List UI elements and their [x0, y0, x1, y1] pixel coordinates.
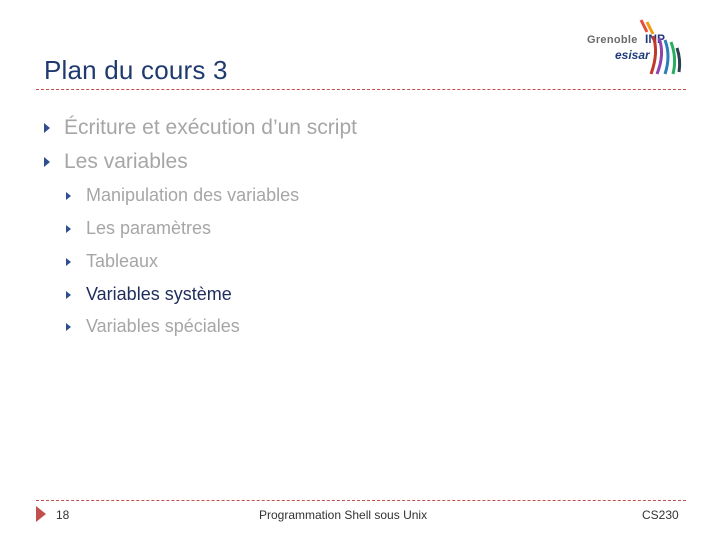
outline-item-label: Écriture et exécution d’un script [64, 116, 357, 139]
outline-subitem-label: Variables système [86, 284, 232, 304]
outline-subitem-label: Variables spéciales [86, 316, 240, 336]
outline-subitem: Tableaux [66, 251, 158, 272]
bullet-triangle-icon [44, 157, 50, 167]
outline-subitem: Manipulation des variables [66, 185, 299, 206]
logo-stripes-icon [639, 19, 682, 75]
outline-subitem-label: Tableaux [86, 251, 159, 271]
bullet-triangle-icon [44, 123, 50, 133]
outline-subitem: Variables spéciales [66, 316, 240, 337]
outline-subitem: Les paramètres [66, 218, 211, 239]
outline-item: Écriture et exécution d’un script [44, 116, 357, 140]
bullet-triangle-icon [66, 290, 71, 299]
slide-title: Plan du cours 3 [44, 55, 228, 85]
footer-divider [36, 500, 686, 501]
slide: Grenoble INP esisar Plan du cours 3 Écri… [0, 0, 720, 540]
bullet-triangle-icon [66, 191, 71, 200]
bullet-triangle-icon [66, 257, 71, 266]
grenoble-inp-esisar-logo: Grenoble INP esisar [585, 18, 685, 78]
footer-triangle-icon [36, 506, 46, 522]
bullet-triangle-icon [66, 322, 71, 331]
outline-subitem-current: Variables système [66, 284, 232, 305]
outline-subitem-label: Manipulation des variables [86, 185, 300, 205]
logo-word-grenoble: Grenoble [587, 34, 638, 46]
course-title: Programmation Shell sous Unix [259, 508, 428, 522]
course-code: CS230 [642, 508, 679, 522]
outline-item: Les variables [44, 150, 188, 174]
title-divider [36, 89, 686, 90]
page-number: 18 [56, 508, 70, 522]
outline-subitem-label: Les paramètres [86, 218, 212, 238]
outline-item-label: Les variables [64, 150, 188, 173]
bullet-triangle-icon [66, 224, 71, 233]
